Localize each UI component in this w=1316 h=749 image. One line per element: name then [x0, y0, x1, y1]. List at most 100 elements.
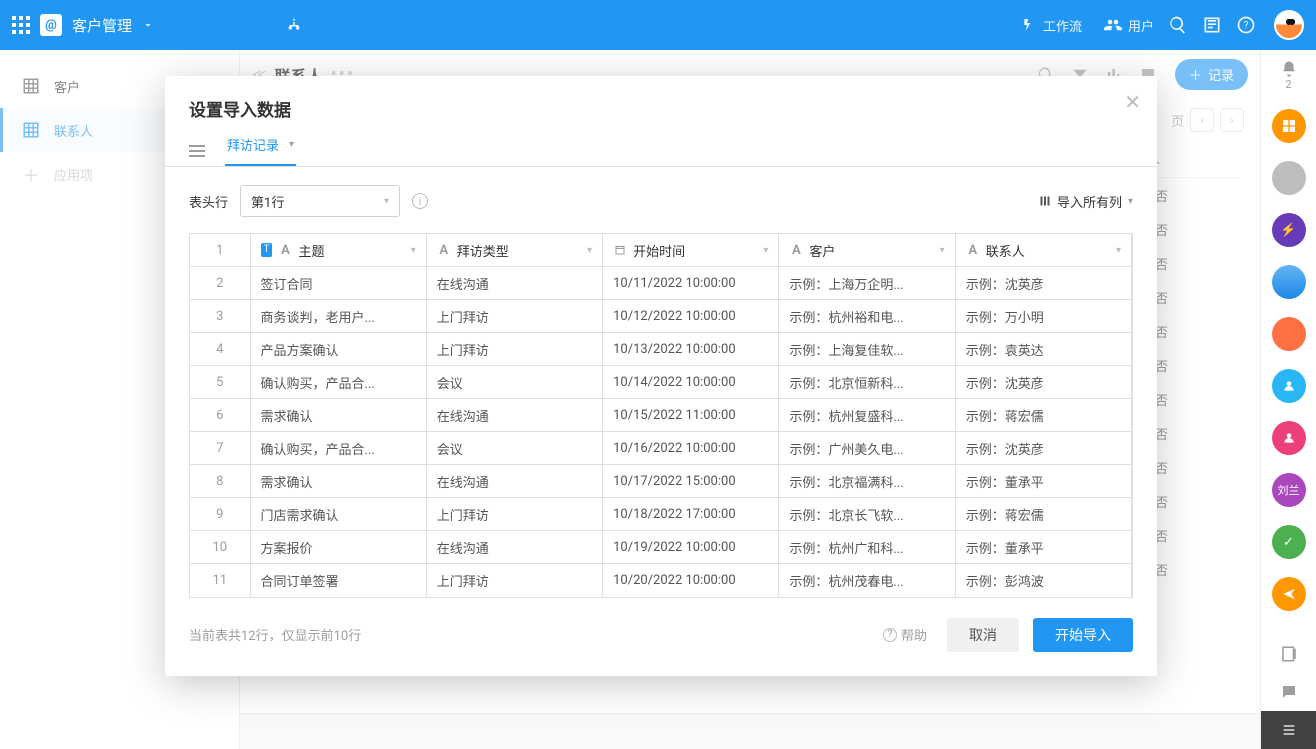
cell: 上门拜访: [426, 564, 602, 597]
row-number: 10: [190, 531, 250, 564]
table-row: 10方案报价在线沟通10/19/2022 10:00:00示例：杭州广和科...…: [190, 531, 1132, 564]
chevron-down-icon[interactable]: ▾: [940, 245, 945, 256]
nav-label-contacts: 联系人: [54, 121, 93, 140]
new-record-button[interactable]: ＋ 记录: [1175, 59, 1248, 90]
col-label: 开始时间: [633, 241, 685, 260]
chevron-down-icon[interactable]: ▾: [1116, 245, 1121, 256]
cell: 示例：杭州复盛科...: [779, 399, 955, 432]
row-number: 11: [190, 564, 250, 597]
row-number: 2: [190, 267, 250, 300]
app-badge-orange[interactable]: [1272, 109, 1306, 143]
cell: 门店需求确认: [250, 498, 426, 531]
help-link[interactable]: ? 帮助: [883, 625, 927, 644]
rownum-header: 1: [190, 234, 250, 267]
prev-page[interactable]: ‹: [1190, 108, 1214, 132]
library-icon[interactable]: [1202, 15, 1222, 35]
help-label: 帮助: [901, 625, 927, 644]
users-button[interactable]: 用户: [1104, 16, 1154, 35]
table-row: 4产品方案确认上门拜访10/13/2022 10:00:00示例：上海复佳软..…: [190, 333, 1132, 366]
col-header[interactable]: TA主题▾: [250, 234, 426, 267]
cell: 在线沟通: [426, 399, 602, 432]
tab-label: 拜访记录: [227, 135, 279, 154]
table-row: 11合同订单签署上门拜访10/20/2022 10:00:00示例：杭州茂春电.…: [190, 564, 1132, 597]
search-icon[interactable]: [1168, 15, 1188, 35]
rail-dot-blue[interactable]: [1272, 265, 1306, 299]
rail-dot-red[interactable]: [1272, 317, 1306, 351]
rail-dot-name[interactable]: 刘兰: [1272, 473, 1306, 507]
rail-dot-pink[interactable]: [1272, 421, 1306, 455]
col-label: 联系人: [986, 241, 1025, 260]
row-number: 8: [190, 465, 250, 498]
tab-visit-record[interactable]: 拜访记录 ▾: [225, 135, 296, 166]
rail-chat-icon[interactable]: [1261, 673, 1316, 711]
cell: 示例：北京恒新科...: [779, 366, 955, 399]
rail-dot-green[interactable]: ✓: [1272, 525, 1306, 559]
row-number: 5: [190, 366, 250, 399]
table-row: 7确认购买，产品合...会议10/16/2022 10:00:00示例：广州美久…: [190, 432, 1132, 465]
rail-dot-teal[interactable]: [1272, 369, 1306, 403]
user-avatar[interactable]: [1274, 10, 1304, 40]
next-page[interactable]: ›: [1220, 108, 1244, 132]
row-number: 3: [190, 300, 250, 333]
confirm-button[interactable]: 开始导入: [1033, 618, 1133, 652]
header-row-value: 第1行: [251, 192, 284, 211]
type-icon: A: [278, 243, 292, 258]
cell: 示例：杭州广和科...: [779, 531, 955, 564]
table-row: 3商务谈判，老用户...上门拜访10/12/2022 10:00:00示例：杭州…: [190, 300, 1132, 333]
col-header[interactable]: A联系人▾: [955, 234, 1131, 267]
cell: 产品方案确认: [250, 333, 426, 366]
rail-collapse-icon[interactable]: [1261, 711, 1316, 749]
chevron-down-icon[interactable]: [142, 19, 154, 31]
row-number: 4: [190, 333, 250, 366]
col-header[interactable]: A拜访类型▾: [426, 234, 602, 267]
cell: 示例：万小明: [955, 300, 1131, 333]
help-icon[interactable]: ?: [1236, 15, 1256, 35]
row-number: 6: [190, 399, 250, 432]
import-modal: 设置导入数据 ✕ 拜访记录 ▾ 表头行 第1行 ▾ i 导入所有列 ▾ 1TA主…: [165, 76, 1157, 676]
cell: 示例：沈英彦: [955, 366, 1131, 399]
table-row: 8需求确认在线沟通10/17/2022 15:00:00示例：北京福满科...示…: [190, 465, 1132, 498]
rail-dot-orange2[interactable]: [1272, 577, 1306, 611]
sitemap-icon[interactable]: [284, 15, 304, 35]
type-icon: A: [437, 243, 451, 258]
close-icon[interactable]: ✕: [1124, 90, 1141, 114]
header-row-label: 表头行: [189, 192, 228, 211]
cell: 上门拜访: [426, 300, 602, 333]
cell: 在线沟通: [426, 267, 602, 300]
cell: 示例：蒋宏儒: [955, 399, 1131, 432]
table-row: 6需求确认在线沟通10/15/2022 11:00:00示例：杭州复盛科...示…: [190, 399, 1132, 432]
rail-dot-grey[interactable]: [1272, 161, 1306, 195]
chevron-down-icon[interactable]: ▾: [289, 139, 294, 150]
cell: 需求确认: [250, 399, 426, 432]
apps-launcher-icon[interactable]: [12, 16, 30, 34]
cancel-button[interactable]: 取消: [947, 618, 1019, 652]
col-header[interactable]: 开始时间 ▾: [603, 234, 779, 267]
info-icon[interactable]: i: [412, 193, 428, 209]
header-row-select[interactable]: 第1行 ▾: [240, 185, 400, 217]
cell: 10/17/2022 15:00:00: [603, 465, 779, 498]
cell: 10/13/2022 10:00:00: [603, 333, 779, 366]
rail-contacts-icon[interactable]: [1261, 635, 1316, 673]
chevron-down-icon[interactable]: ▾: [763, 245, 768, 256]
cell: 10/19/2022 10:00:00: [603, 531, 779, 564]
row-number: 9: [190, 498, 250, 531]
col-header[interactable]: A客户▾: [779, 234, 955, 267]
cell: 示例：杭州裕和电...: [779, 300, 955, 333]
notification-button[interactable]: 2: [1280, 60, 1298, 91]
sheet-menu-icon[interactable]: [189, 145, 205, 157]
cell: 确认购买，产品合...: [250, 432, 426, 465]
import-all-label: 导入所有列: [1057, 192, 1122, 211]
chevron-down-icon: ▾: [1128, 196, 1133, 207]
col-label: 主题: [298, 241, 324, 260]
right-rail: 2 ⚡ 刘兰 ✓: [1260, 50, 1316, 749]
app-title: 客户管理: [72, 15, 132, 36]
cell: 在线沟通: [426, 531, 602, 564]
chevron-down-icon[interactable]: ▾: [587, 245, 592, 256]
cell: 10/11/2022 10:00:00: [603, 267, 779, 300]
cell: 方案报价: [250, 531, 426, 564]
rail-dot-purple[interactable]: ⚡: [1272, 213, 1306, 247]
import-all-columns[interactable]: 导入所有列 ▾: [1039, 192, 1133, 211]
cell: 需求确认: [250, 465, 426, 498]
chevron-down-icon[interactable]: ▾: [411, 245, 416, 256]
workflow-button[interactable]: 工作流: [1021, 16, 1082, 35]
